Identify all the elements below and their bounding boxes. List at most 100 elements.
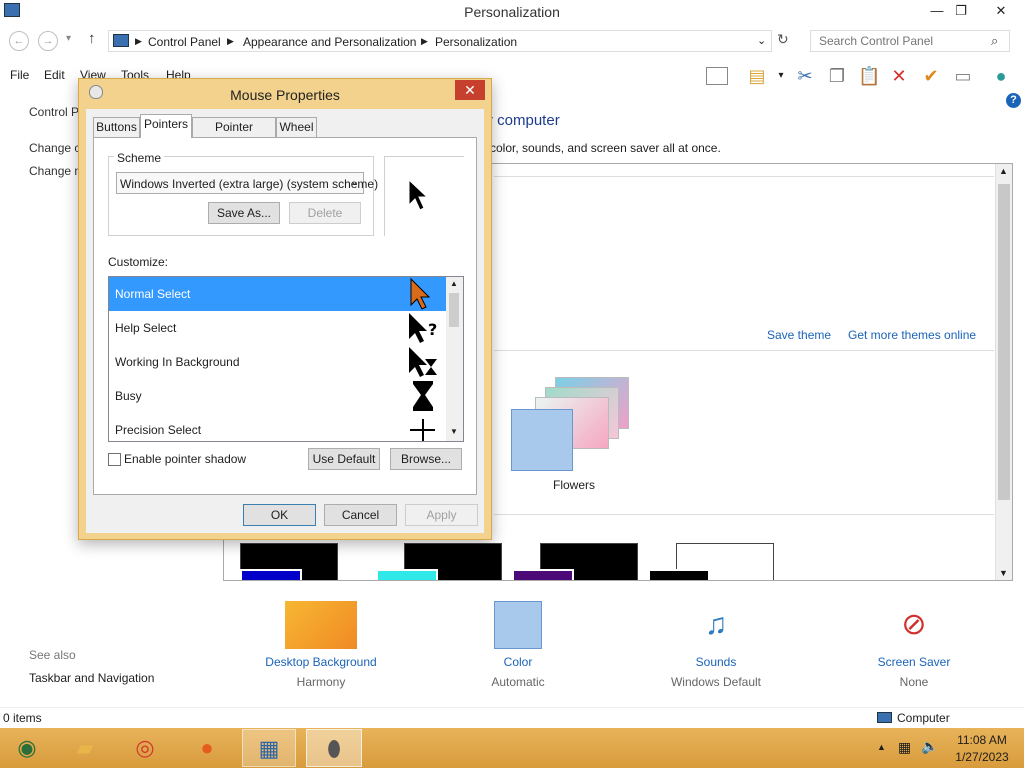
list-item-precision-select[interactable]: Precision Select: [109, 413, 447, 441]
location-label: Computer: [897, 711, 950, 725]
screen-saver-item[interactable]: ⊘ Screen Saver None: [844, 601, 984, 689]
enable-pointer-shadow-label[interactable]: Enable pointer shadow: [124, 452, 246, 466]
apply-button: Apply: [405, 504, 478, 526]
list-item-busy[interactable]: Busy: [109, 379, 447, 413]
cursor-list[interactable]: Normal Select Help Select ? Working In B…: [108, 276, 464, 442]
themes-scrollbar[interactable]: ▲ ▼: [995, 164, 1012, 580]
cursor-label: Working In Background: [115, 355, 240, 369]
color-value: Automatic: [491, 675, 545, 689]
list-item-working-in-background[interactable]: Working In Background: [109, 345, 447, 379]
scheme-dropdown[interactable]: Windows Inverted (extra large) (system s…: [116, 172, 378, 194]
help-icon[interactable]: ?: [1006, 93, 1021, 108]
restore-button[interactable]: ❐: [950, 2, 972, 20]
up-button[interactable]: ↑: [88, 30, 96, 47]
forward-button[interactable]: →: [38, 31, 58, 51]
chevron-down-icon[interactable]: ▾: [770, 65, 792, 87]
dialog-title: Mouse Properties: [230, 87, 340, 103]
chevron-down-icon[interactable]: ⌄: [757, 34, 766, 47]
volume-icon[interactable]: 🔈: [921, 738, 938, 755]
show-hidden-icons[interactable]: ▲: [877, 742, 886, 752]
start-button-icon[interactable]: ◉: [0, 729, 54, 767]
breadcrumb-control-panel[interactable]: Control Panel: [148, 35, 221, 49]
copy-icon[interactable]: ❐: [826, 65, 848, 87]
save-as-button[interactable]: Save As...: [208, 202, 280, 224]
list-item-help-select[interactable]: Help Select ?: [109, 311, 447, 345]
theme-flowers[interactable]: Flowers: [504, 372, 646, 502]
globe-icon[interactable]: ●: [990, 65, 1012, 87]
see-also-label: See also: [29, 648, 76, 662]
scrollbar-thumb[interactable]: [998, 184, 1010, 500]
chrome-icon[interactable]: ◎: [118, 729, 172, 767]
search-icon[interactable]: ⌕: [991, 33, 998, 49]
file-explorer-icon[interactable]: ▰: [58, 729, 112, 767]
sounds-label[interactable]: Sounds: [646, 655, 786, 669]
checkmark-icon[interactable]: ✔: [920, 65, 942, 87]
clock-date[interactable]: 1/27/2023: [952, 750, 1012, 764]
taskbar-navigation-link[interactable]: Taskbar and Navigation: [29, 671, 154, 685]
scroll-down-arrow[interactable]: ▼: [999, 568, 1008, 578]
tab-buttons[interactable]: Buttons: [93, 117, 140, 137]
use-default-button[interactable]: Use Default: [308, 448, 380, 470]
dialog-titlebar[interactable]: Mouse Properties ✕: [79, 79, 491, 109]
close-button[interactable]: ✕: [990, 2, 1012, 20]
rename-icon[interactable]: ▭: [952, 65, 974, 87]
cut-icon[interactable]: ✂: [794, 65, 816, 87]
firefox-icon[interactable]: ●: [180, 729, 234, 767]
control-panel-task-icon[interactable]: ▦: [242, 729, 296, 767]
desktop-background-item[interactable]: Desktop Background Harmony: [251, 601, 391, 689]
cursor-label: Precision Select: [115, 423, 202, 437]
tab-wheel[interactable]: Wheel: [276, 117, 317, 137]
search-box[interactable]: ⌕: [810, 30, 1010, 52]
cursor-list-scrollbar[interactable]: ▲ ▼: [446, 277, 463, 441]
menu-file[interactable]: File: [10, 68, 29, 82]
screen-saver-label[interactable]: Screen Saver: [844, 655, 984, 669]
refresh-icon[interactable]: ↻: [777, 31, 789, 48]
scrollbar-thumb[interactable]: [449, 293, 459, 327]
change-link-1[interactable]: Change c: [29, 141, 80, 155]
color-item[interactable]: Color Automatic: [448, 601, 588, 689]
change-link-2[interactable]: Change m: [29, 164, 84, 178]
ok-button[interactable]: OK: [243, 504, 316, 526]
control-panel-icon: [113, 34, 129, 47]
pointer-preview: [384, 156, 464, 236]
recent-pages-dropdown[interactable]: ▾: [66, 33, 71, 44]
address-field[interactable]: ▶ Control Panel ▶ Appearance and Persona…: [108, 30, 772, 52]
back-button[interactable]: ←: [9, 31, 29, 51]
themes-divider: [494, 350, 994, 351]
save-theme-link[interactable]: Save theme: [767, 328, 831, 342]
mouse-task-icon[interactable]: ⬮: [306, 729, 362, 767]
get-more-themes-link[interactable]: Get more themes online: [848, 328, 976, 342]
crumb-separator-icon: ▶: [227, 36, 234, 46]
list-item-normal-select[interactable]: Normal Select: [109, 277, 447, 311]
taskbar: ◉ ▰ ◎ ● ▦ ⬮ ▲ ▦ 🔈 11:08 AM 1/27/2023: [0, 728, 1024, 768]
theme-name: Flowers: [552, 478, 595, 492]
dialog-close-button[interactable]: ✕: [455, 80, 485, 100]
browse-button[interactable]: Browse...: [390, 448, 462, 470]
scroll-down-arrow[interactable]: ▼: [450, 427, 458, 436]
delete-icon[interactable]: ✕: [888, 65, 910, 87]
scheme-value: Windows Inverted (extra large) (system s…: [120, 177, 379, 191]
scroll-up-arrow[interactable]: ▲: [450, 279, 458, 288]
hourglass-icon: [413, 381, 433, 411]
enable-pointer-shadow-checkbox[interactable]: [108, 453, 121, 466]
breadcrumb-personalization[interactable]: Personalization: [435, 35, 517, 49]
desktop-background-label[interactable]: Desktop Background: [251, 655, 391, 669]
sounds-item[interactable]: ♫ Sounds Windows Default: [646, 601, 786, 689]
search-input[interactable]: [819, 31, 989, 51]
layout-icon[interactable]: [706, 67, 728, 85]
color-palette-icon: [494, 601, 542, 649]
tab-pointer-options[interactable]: Pointer Options: [192, 117, 276, 152]
control-panel-home-link[interactable]: Control P: [29, 105, 79, 119]
network-icon[interactable]: ▦: [898, 739, 911, 756]
folder-check-icon[interactable]: ▤: [746, 65, 768, 87]
color-palette-icon: [511, 409, 573, 471]
color-label[interactable]: Color: [448, 655, 588, 669]
minimize-button[interactable]: —: [926, 2, 948, 20]
menu-edit[interactable]: Edit: [44, 68, 65, 82]
tab-pointers[interactable]: Pointers: [140, 114, 192, 138]
breadcrumb-appearance[interactable]: Appearance and Personalization: [243, 35, 416, 49]
clock-time[interactable]: 11:08 AM: [952, 733, 1012, 747]
paste-icon[interactable]: 📋: [858, 65, 880, 87]
scroll-up-arrow[interactable]: ▲: [999, 166, 1008, 176]
cancel-button[interactable]: Cancel: [324, 504, 397, 526]
